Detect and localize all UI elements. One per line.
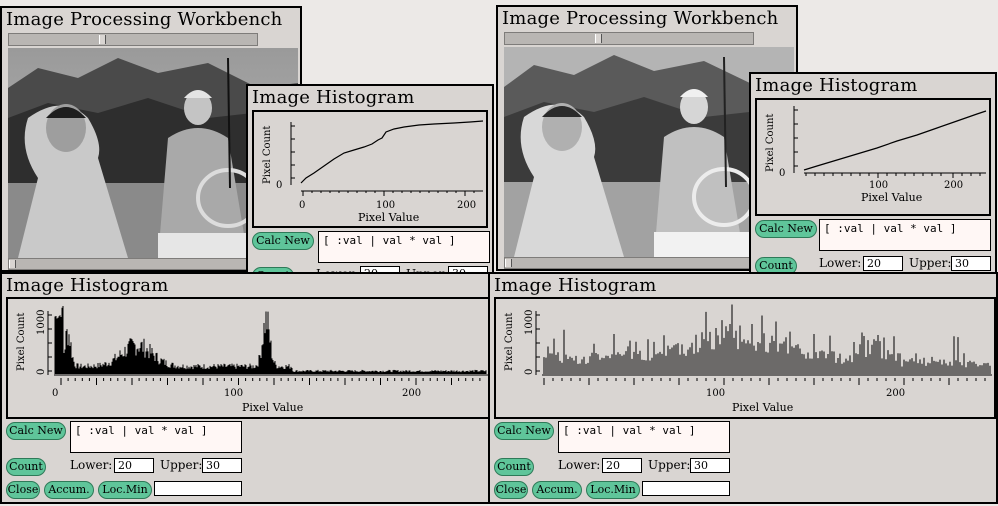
y-axis-label: Pixel Count <box>765 114 776 172</box>
y-tick-1000: 1000 <box>524 310 535 335</box>
accum-button[interactable]: Accum. <box>532 481 582 499</box>
workbench-title: Image Processing Workbench <box>502 8 779 29</box>
locmin-button[interactable]: Loc.Min <box>586 481 640 499</box>
x-tick-100: 100 <box>706 388 725 399</box>
x-tick-0: 0 <box>299 200 305 211</box>
lower-field[interactable]: 20 <box>114 458 154 473</box>
y-zero-label: 0 <box>276 180 282 191</box>
x-tick-200: 200 <box>402 388 421 399</box>
histogram-window-large-left: Image Histogram Pixel Count 1000 0 0 100… <box>0 272 490 504</box>
expression-field[interactable]: [ :val | val * val ] <box>318 231 490 263</box>
bottom-scroll-thumb[interactable] <box>9 260 16 268</box>
bottom-scroll-thumb[interactable] <box>505 259 512 267</box>
scroll-thumb[interactable] <box>595 34 602 43</box>
x-tick-100: 100 <box>224 388 243 399</box>
upper-field[interactable]: 30 <box>951 256 991 271</box>
histogram-window-small-right: Image Histogram Pixel Count 0 100 200 Pi… <box>749 72 997 274</box>
histogram-plot: Pixel Count 1000 0 0 100 200 Pixel Value <box>6 297 488 419</box>
histogram-title: Image Histogram <box>755 75 918 96</box>
x-axis-label: Pixel Value <box>242 401 303 414</box>
x-tick-100: 100 <box>869 180 888 191</box>
histogram-plot: Pixel Count 0 0 100 200 Pixel Value <box>252 110 488 228</box>
calc-new-button[interactable]: Calc New <box>252 232 314 250</box>
histogram-plot: Pixel Count 0 100 200 Pixel Value <box>755 98 991 216</box>
lower-field[interactable]: 20 <box>602 458 642 473</box>
lower-label: Lower: <box>819 256 862 270</box>
x-tick-0: 0 <box>52 388 58 399</box>
top-scrollbar[interactable] <box>8 33 258 46</box>
y-axis-label: Pixel Count <box>16 313 27 371</box>
histogram-title: Image Histogram <box>6 275 169 296</box>
lower-label: Lower: <box>70 458 113 472</box>
expression-field[interactable]: [ :val | val * val ] <box>819 219 991 251</box>
cumulative-curve <box>803 110 987 171</box>
histogram-plot: Pixel Count 1000 0 100 200 Pixel Value <box>494 297 996 419</box>
expression-field[interactable]: [ :val | val * val ] <box>558 421 730 453</box>
y-axis-label: Pixel Count <box>262 126 273 184</box>
upper-label: Upper: <box>160 458 203 472</box>
x-axis-label: Pixel Value <box>861 191 922 204</box>
count-button[interactable]: Count <box>6 458 46 476</box>
calc-new-button[interactable]: Calc New <box>6 422 66 440</box>
close-button[interactable]: Close <box>494 481 528 499</box>
upper-field[interactable]: 30 <box>202 458 242 473</box>
scroll-thumb[interactable] <box>99 35 106 44</box>
cumulative-curve <box>300 120 484 184</box>
histogram-window-large-right: Image Histogram Pixel Count 1000 0 100 2… <box>488 272 998 504</box>
y-tick-0: 0 <box>36 369 47 375</box>
x-tick-200: 200 <box>944 180 963 191</box>
expression-field[interactable]: [ :val | val * val ] <box>70 421 242 453</box>
histogram-title: Image Histogram <box>252 87 415 108</box>
result-field[interactable] <box>642 481 730 496</box>
x-axis-label: Pixel Value <box>732 401 793 414</box>
locmin-button[interactable]: Loc.Min <box>98 481 152 499</box>
top-scrollbar[interactable] <box>504 32 754 45</box>
workbench-title: Image Processing Workbench <box>6 9 283 30</box>
x-tick-200: 200 <box>886 388 905 399</box>
x-tick-200: 200 <box>457 200 476 211</box>
histogram-window-small-left: Image Histogram Pixel Count 0 0 100 200 … <box>246 84 494 274</box>
result-field[interactable] <box>154 481 242 496</box>
y-zero-label: 0 <box>779 168 785 179</box>
calc-new-button[interactable]: Calc New <box>494 422 554 440</box>
close-button[interactable]: Close <box>6 481 40 499</box>
lower-label: Lower: <box>558 458 601 472</box>
accum-button[interactable]: Accum. <box>44 481 94 499</box>
count-button[interactable]: Count <box>494 458 534 476</box>
lower-field[interactable]: 20 <box>863 256 903 271</box>
y-axis-label: Pixel Count <box>504 313 515 371</box>
y-tick-1000: 1000 <box>36 310 47 335</box>
histogram-bars <box>543 304 991 374</box>
calc-new-button[interactable]: Calc New <box>755 220 817 238</box>
upper-label: Upper: <box>909 256 952 270</box>
x-tick-100: 100 <box>376 200 395 211</box>
y-tick-0: 0 <box>524 369 535 375</box>
x-axis-label: Pixel Value <box>358 211 419 224</box>
upper-field[interactable]: 30 <box>690 458 730 473</box>
histogram-bars <box>54 306 487 374</box>
histogram-title: Image Histogram <box>494 275 657 296</box>
upper-label: Upper: <box>648 458 691 472</box>
